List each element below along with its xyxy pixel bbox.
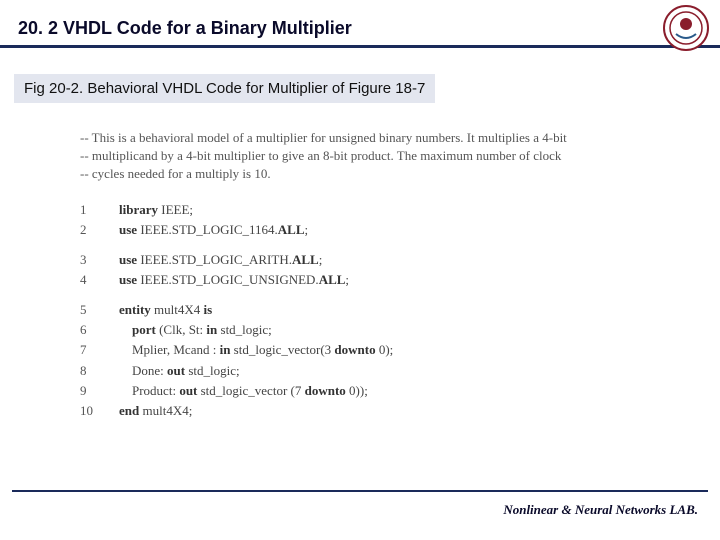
line-number: 9 <box>80 381 106 401</box>
footer-rule <box>12 490 708 492</box>
line-number: 5 <box>80 300 106 320</box>
blank-line <box>80 240 660 250</box>
code-line: 3 use IEEE.STD_LOGIC_ARITH.ALL; <box>80 250 660 270</box>
footer-lab-name: Nonlinear & Neural Networks LAB. <box>503 502 698 518</box>
code-line: 10 end mult4X4; <box>80 401 660 421</box>
blank-line <box>80 290 660 300</box>
university-seal-icon <box>662 4 710 52</box>
code-line: 9 Product: out std_logic_vector (7 downt… <box>80 381 660 401</box>
comment-line: -- This is a behavioral model of a multi… <box>80 129 660 147</box>
code-line: 8 Done: out std_logic; <box>80 361 660 381</box>
line-number: 6 <box>80 320 106 340</box>
figure-caption: Fig 20-2. Behavioral VHDL Code for Multi… <box>14 74 435 103</box>
line-number: 4 <box>80 270 106 290</box>
code-text: Mplier, Mcand : in std_logic_vector(3 do… <box>106 340 393 360</box>
code-text: Product: out std_logic_vector (7 downto … <box>106 381 368 401</box>
comment-line: -- cycles needed for a multiply is 10. <box>80 165 660 183</box>
code-text: use IEEE.STD_LOGIC_ARITH.ALL; <box>106 250 322 270</box>
code-line: 6 port (Clk, St: in std_logic; <box>80 320 660 340</box>
page-title: 20. 2 VHDL Code for a Binary Multiplier <box>18 18 702 39</box>
code-text: Done: out std_logic; <box>106 361 240 381</box>
line-number: 3 <box>80 250 106 270</box>
code-text: entity mult4X4 is <box>106 300 212 320</box>
line-number: 7 <box>80 340 106 360</box>
code-comment: -- This is a behavioral model of a multi… <box>80 129 660 184</box>
code-line: 1 library IEEE; <box>80 200 660 220</box>
code-block: 1 library IEEE;2 use IEEE.STD_LOGIC_1164… <box>80 200 660 421</box>
code-text: use IEEE.STD_LOGIC_UNSIGNED.ALL; <box>106 270 349 290</box>
line-number: 10 <box>80 401 106 421</box>
code-text: use IEEE.STD_LOGIC_1164.ALL; <box>106 220 308 240</box>
code-line: 5 entity mult4X4 is <box>80 300 660 320</box>
code-line: 4 use IEEE.STD_LOGIC_UNSIGNED.ALL; <box>80 270 660 290</box>
line-number: 1 <box>80 200 106 220</box>
slide-header: 20. 2 VHDL Code for a Binary Multiplier <box>0 0 720 48</box>
code-line: 2 use IEEE.STD_LOGIC_1164.ALL; <box>80 220 660 240</box>
comment-line: -- multiplicand by a 4-bit multiplier to… <box>80 147 660 165</box>
line-number: 2 <box>80 220 106 240</box>
code-line: 7 Mplier, Mcand : in std_logic_vector(3 … <box>80 340 660 360</box>
code-text: port (Clk, St: in std_logic; <box>106 320 272 340</box>
code-text: library IEEE; <box>106 200 193 220</box>
code-text: end mult4X4; <box>106 401 192 421</box>
line-number: 8 <box>80 361 106 381</box>
code-listing: -- This is a behavioral model of a multi… <box>80 129 660 421</box>
